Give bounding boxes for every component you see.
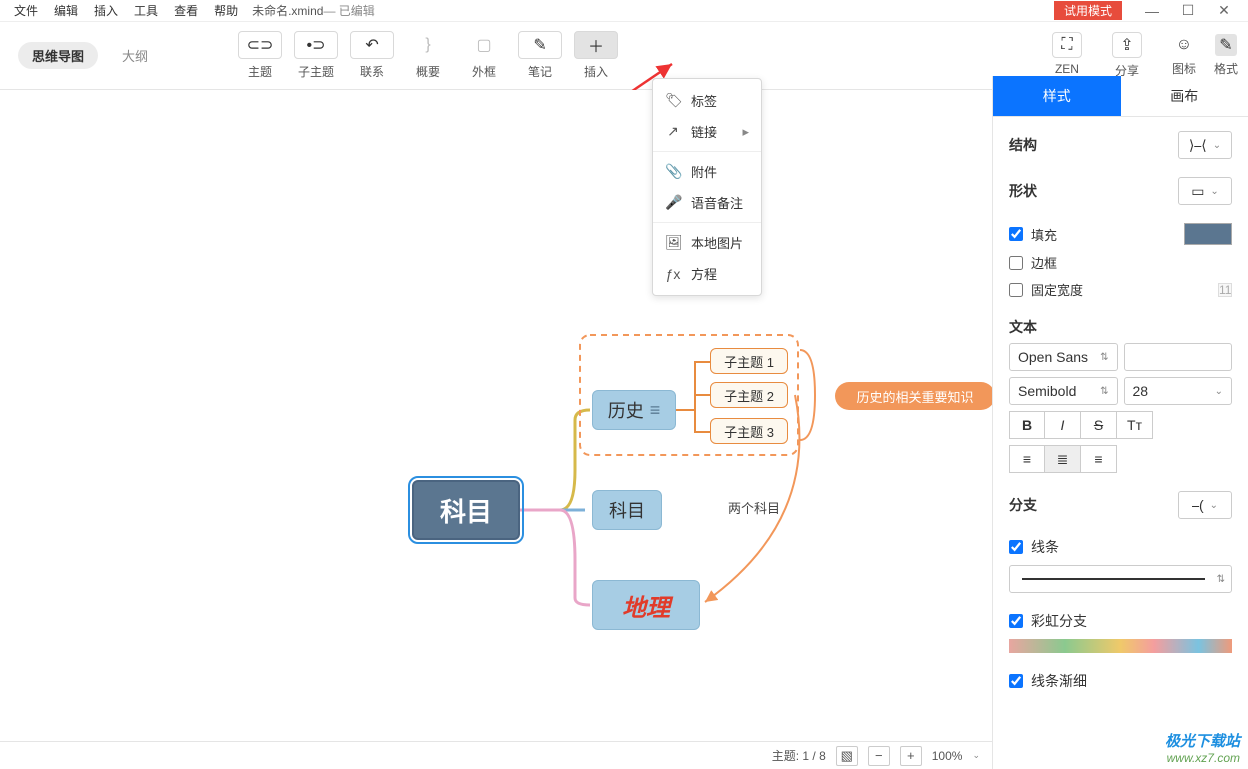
line-checkbox[interactable] [1009, 540, 1023, 554]
insert-image[interactable]: 🖼本地图片 [653, 227, 761, 258]
font-size[interactable]: 28⌄ [1124, 377, 1233, 405]
strike-btn[interactable]: S [1081, 411, 1117, 439]
fill-checkbox[interactable] [1009, 227, 1023, 241]
trial-badge[interactable]: 试用模式 [1054, 1, 1122, 20]
menu-tools[interactable]: 工具 [126, 0, 166, 21]
zoom-level[interactable]: 100% [932, 749, 963, 763]
insert-attachment[interactable]: 📎附件 [653, 156, 761, 187]
tool-insert[interactable]: ＋插入 [568, 31, 624, 80]
shape-select[interactable]: ▭ ⌄ [1178, 177, 1232, 205]
window-close[interactable]: ✕ [1206, 2, 1242, 19]
relation-label[interactable]: 两个科目 [728, 498, 780, 517]
menu-file[interactable]: 文件 [6, 0, 46, 21]
window-maximize[interactable]: ☐ [1170, 2, 1206, 19]
menu-help[interactable]: 帮助 [206, 0, 246, 21]
taper-checkbox[interactable] [1009, 674, 1023, 688]
node-sub3[interactable]: 子主题 3 [710, 418, 788, 444]
menu-edit[interactable]: 编辑 [46, 0, 86, 21]
tool-subtopic[interactable]: •⊃子主题 [288, 31, 344, 80]
node-sub1[interactable]: 子主题 1 [710, 348, 788, 374]
canvas[interactable]: 科目 历史≡ 子主题 1 子主题 2 子主题 3 历史的相关重要知识 科目 地理… [0, 90, 992, 741]
sec-shape: 形状 [1009, 181, 1037, 201]
zoom-out[interactable]: − [868, 746, 890, 766]
fill-color[interactable] [1184, 223, 1232, 245]
view-outline[interactable]: 大纲 [108, 42, 162, 69]
case-btn[interactable]: Tᴛ [1117, 411, 1153, 439]
node-center[interactable]: 科目 [412, 480, 520, 540]
titlebar: 文件 编辑 插入 工具 查看 帮助 未命名.xmind — 已编辑 试用模式 —… [0, 0, 1248, 22]
node-geography[interactable]: 地理 [592, 580, 700, 630]
tool-boundary[interactable]: ▢外框 [456, 31, 512, 80]
taper-label: 线条渐细 [1031, 671, 1087, 691]
tool-share[interactable]: ⇪分享 [1112, 32, 1142, 79]
tool-topic[interactable]: ⊂⊃主题 [232, 31, 288, 80]
structure-select[interactable]: ⟩⎯⟨ ⌄ [1178, 131, 1232, 159]
insert-audio[interactable]: 🎤语音备注 [653, 187, 761, 218]
note-icon: ≡ [650, 400, 661, 421]
line-label: 线条 [1031, 537, 1059, 557]
node-subject[interactable]: 科目 [592, 490, 662, 530]
line-style[interactable]: ⇅ [1009, 565, 1232, 593]
border-checkbox[interactable] [1009, 256, 1023, 270]
menu-insert[interactable]: 插入 [86, 0, 126, 21]
tool-summary[interactable]: }​概要 [400, 31, 456, 80]
border-label: 边框 [1031, 253, 1057, 272]
sec-branch: 分支 [1009, 495, 1037, 515]
align-left[interactable]: ≡ [1009, 445, 1045, 473]
insert-link[interactable]: ↗链接▸ [653, 116, 761, 147]
tool-relation[interactable]: ↶联系 [344, 31, 400, 80]
insert-label[interactable]: 🏷标签 [653, 85, 761, 116]
fill-label: 填充 [1031, 225, 1057, 244]
rainbow-label: 彩虹分支 [1031, 611, 1087, 631]
align-right[interactable]: ≡ [1081, 445, 1117, 473]
map-overview[interactable]: ▧ [836, 746, 858, 766]
sec-structure: 结构 [1009, 135, 1037, 155]
watermark: 极光下载站 www.xz7.com [1165, 730, 1240, 765]
fixedwidth-checkbox[interactable] [1009, 283, 1023, 297]
font-family[interactable]: Open Sans⇅ [1009, 343, 1118, 371]
bold-btn[interactable]: B [1009, 411, 1045, 439]
tool-note[interactable]: ✎笔记 [512, 31, 568, 80]
rainbow-checkbox[interactable] [1009, 614, 1023, 628]
insert-dropdown: 🏷标签 ↗链接▸ 📎附件 🎤语音备注 🖼本地图片 ƒx方程 [652, 78, 762, 296]
font-weight[interactable]: Semibold⇅ [1009, 377, 1118, 405]
branch-select[interactable]: ⎯( ⌄ [1178, 491, 1232, 519]
edited-indicator: — 已编辑 [323, 2, 374, 19]
statusbar: 主题: 1 / 8 ▧ − + 100%⌄ [0, 741, 992, 769]
menu-view[interactable]: 查看 [166, 0, 206, 21]
rainbow-preview[interactable] [1009, 639, 1232, 653]
width-input[interactable] [1218, 283, 1232, 297]
node-sub2[interactable]: 子主题 2 [710, 382, 788, 408]
align-center[interactable]: ≣ [1045, 445, 1081, 473]
zoom-in[interactable]: + [900, 746, 922, 766]
tool-icons[interactable]: ☺图标 [1172, 34, 1196, 77]
tool-zen[interactable]: ⛶ZEN [1052, 32, 1082, 79]
tab-style[interactable]: 样式 [993, 76, 1121, 117]
sec-text: 文本 [1009, 317, 1232, 337]
node-history[interactable]: 历史≡ [592, 390, 676, 430]
font-color[interactable] [1124, 343, 1233, 371]
view-mindmap[interactable]: 思维导图 [18, 42, 98, 69]
tool-format[interactable]: ✎格式 [1214, 34, 1238, 77]
italic-btn[interactable]: I [1045, 411, 1081, 439]
side-panel: 样式 画布 结构 ⟩⎯⟨ ⌄ 形状 ▭ ⌄ 填充 边框 固定宽度 文本 Open S… [992, 76, 1248, 769]
filename: 未命名.xmind [252, 2, 323, 19]
callout-history[interactable]: 历史的相关重要知识 [835, 382, 995, 410]
fixedwidth-label: 固定宽度 [1031, 280, 1083, 299]
topic-count: 主题: 1 / 8 [772, 747, 826, 764]
window-minimize[interactable]: — [1134, 3, 1170, 19]
insert-equation[interactable]: ƒx方程 [653, 258, 761, 289]
tab-canvas[interactable]: 画布 [1121, 76, 1248, 117]
